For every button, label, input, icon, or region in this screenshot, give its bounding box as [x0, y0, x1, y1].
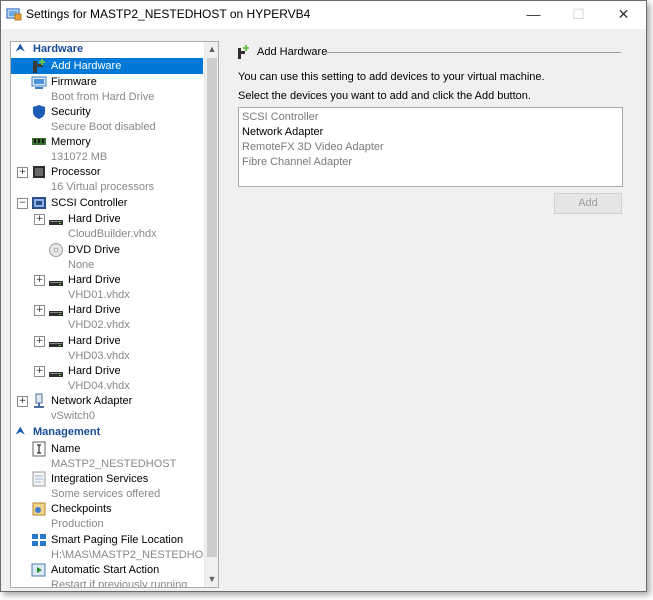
tree-item-label: Network Adapter: [51, 395, 133, 407]
tree-item-label: SCSI Controller: [51, 197, 128, 209]
device-list-item[interactable]: RemoteFX 3D Video Adapter: [242, 141, 384, 153]
scsi-controller-icon: [32, 197, 46, 209]
tree-item-label: Hard Drive: [68, 365, 121, 377]
tree-item-label: DVD Drive: [68, 244, 120, 256]
minimize-button[interactable]: —: [511, 1, 556, 29]
processor-icon: [33, 166, 45, 178]
hard-drive-icon: [49, 311, 63, 316]
collapse-icon[interactable]: ⮝: [16, 43, 25, 54]
expand-toggle[interactable]: +: [34, 305, 45, 316]
expand-toggle[interactable]: +: [34, 366, 45, 377]
maximize-button[interactable]: ☐: [556, 1, 601, 29]
tree-item-detail: vSwitch0: [51, 410, 96, 422]
tree-item-label: Security: [51, 106, 91, 118]
firmware-icon: [31, 76, 47, 89]
tree-item-label: Automatic Start Action: [51, 564, 160, 576]
tree-item-label: Smart Paging File Location: [51, 534, 184, 546]
tree-item-detail: Secure Boot disabled: [51, 121, 156, 133]
tree-item-label: Hard Drive: [68, 335, 121, 347]
tree-item-label: Hard Drive: [68, 304, 121, 316]
device-list[interactable]: SCSI Controller Network Adapter RemoteFX…: [238, 107, 623, 187]
close-button[interactable]: ✕: [601, 1, 646, 29]
section-label: Management: [33, 426, 101, 438]
device-list-item[interactable]: Network Adapter: [242, 126, 323, 138]
hard-drive-icon: [49, 281, 63, 286]
hard-drive-icon: [49, 342, 63, 347]
add-hardware-icon: [238, 45, 249, 59]
tree-item-detail: Restart if previously running: [51, 579, 188, 588]
scroll-down-icon[interactable]: ▼: [205, 572, 218, 586]
tree-item-detail: VHD04.vhdx: [68, 380, 130, 392]
tree-scrollbar[interactable]: ▲ ▼: [204, 42, 218, 587]
tree-item-detail: Some services offered: [51, 488, 161, 500]
collapse-toggle[interactable]: −: [17, 198, 28, 209]
tree-item-add-hardware[interactable]: Add Hardware: [11, 58, 203, 74]
dialog-body: ⮝ Hardware Add Hardware Firmware Boot fr…: [1, 29, 646, 591]
tree-item-label: Firmware: [51, 76, 97, 88]
checkpoints-icon: [32, 502, 46, 516]
hard-drive-icon: [49, 220, 63, 225]
expand-toggle[interactable]: +: [17, 396, 28, 407]
tree-item-detail: Production: [51, 518, 104, 530]
device-list-item[interactable]: Fibre Channel Adapter: [242, 156, 352, 168]
tree-item-label: Add Hardware: [51, 60, 122, 72]
tree-item-label: Integration Services: [51, 473, 149, 485]
tree-item-label: Hard Drive: [68, 213, 121, 225]
tree-item-detail: CloudBuilder.vhdx: [68, 228, 157, 240]
section-label: Hardware: [33, 43, 84, 55]
settings-window-icon: [6, 8, 22, 21]
tree-item-detail: VHD03.vhdx: [68, 350, 130, 362]
expand-toggle[interactable]: +: [17, 167, 28, 178]
settings-window: Settings for MASTP2_NESTEDHOST on HYPERV…: [0, 0, 647, 592]
tree-item-label: Memory: [51, 136, 91, 148]
management-section-header[interactable]: ⮝ Management: [11, 426, 203, 440]
tree-item-detail: 131072 MB: [51, 151, 108, 163]
collapse-icon[interactable]: ⮝: [16, 426, 25, 437]
tree-item-label: Name: [51, 443, 81, 455]
add-hardware-icon: [33, 59, 45, 73]
group-title: Add Hardware: [257, 46, 328, 58]
name-icon: [32, 441, 46, 457]
add-button[interactable]: Add: [554, 193, 622, 214]
settings-tree[interactable]: ⮝ Hardware Add Hardware Firmware Boot fr…: [10, 41, 219, 588]
device-list-item[interactable]: SCSI Controller: [242, 111, 318, 123]
tree-item-detail: MASTP2_NESTEDHOST: [51, 458, 177, 470]
integration-services-icon: [32, 471, 46, 487]
tree-item-detail: VHD02.vhdx: [68, 319, 130, 331]
expand-toggle[interactable]: +: [34, 275, 45, 286]
group-divider: [327, 52, 621, 53]
dvd-drive-icon: [49, 243, 63, 257]
tree-item-detail: VHD01.vhdx: [68, 289, 130, 301]
hard-drive-icon: [49, 372, 63, 377]
network-adapter-icon: [34, 393, 44, 408]
hardware-section-header[interactable]: ⮝ Hardware: [11, 43, 203, 57]
memory-icon: [32, 138, 46, 145]
description-line-2: Select the devices you want to add and c…: [238, 90, 531, 102]
smart-paging-icon: [32, 534, 46, 546]
window-title: Settings for MASTP2_NESTEDHOST on HYPERV…: [26, 7, 311, 21]
tree-item-label: Hard Drive: [68, 274, 121, 286]
shield-icon: [33, 105, 45, 119]
description-line-1: You can use this setting to add devices …: [238, 71, 545, 83]
tree-item-detail: None: [68, 259, 95, 271]
scroll-thumb[interactable]: [207, 58, 217, 557]
tree-item-detail: Boot from Hard Drive: [51, 91, 155, 103]
tree-item-label: Checkpoints: [51, 503, 112, 515]
tree-item-detail: H:\MAS\MASTP2_NESTEDHOST: [51, 549, 218, 561]
title-bar: Settings for MASTP2_NESTEDHOST on HYPERV…: [1, 1, 646, 29]
tree-item-label: Processor: [51, 166, 101, 178]
expand-toggle[interactable]: +: [34, 336, 45, 347]
tree-item-detail: 16 Virtual processors: [51, 181, 155, 193]
expand-toggle[interactable]: +: [34, 214, 45, 225]
automatic-start-icon: [31, 563, 46, 577]
scroll-up-icon[interactable]: ▲: [205, 42, 218, 56]
